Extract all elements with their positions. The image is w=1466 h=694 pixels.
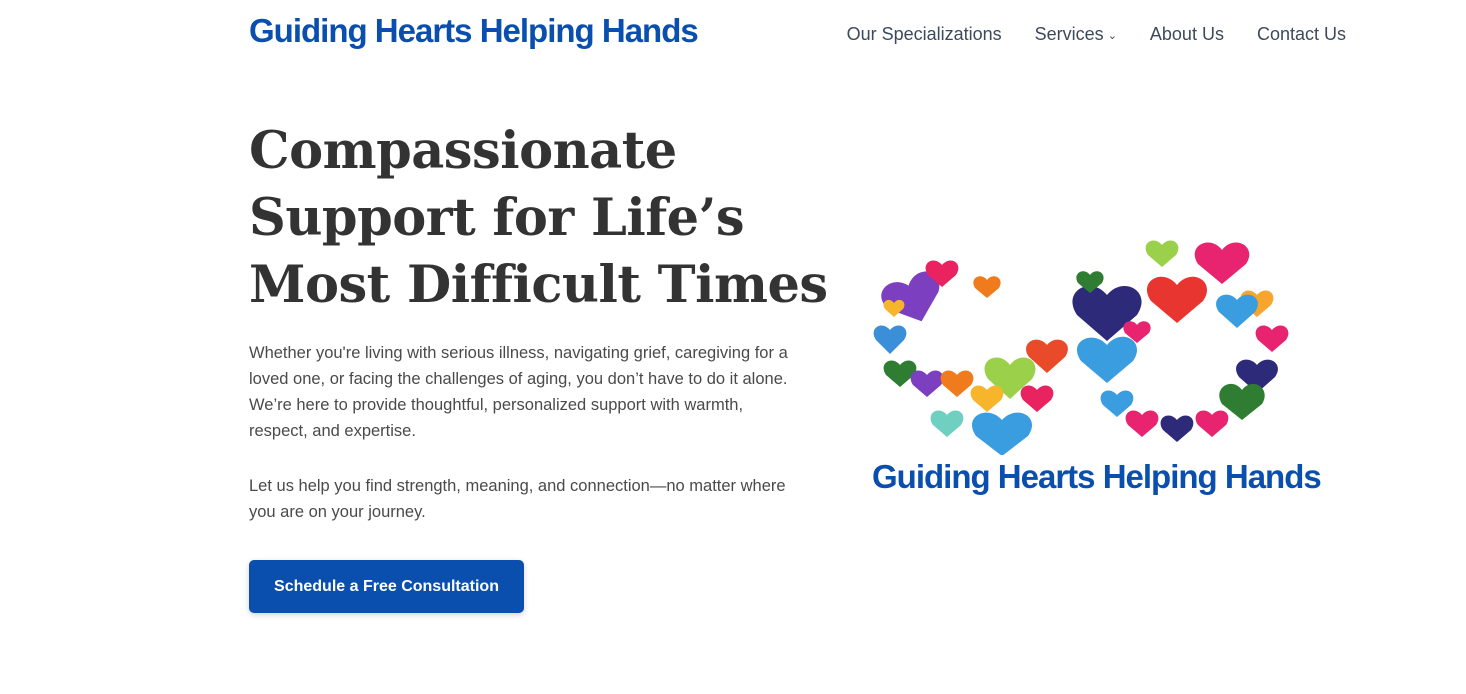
nav-contact-us[interactable]: Contact Us	[1257, 24, 1346, 45]
nav-about-us[interactable]: About Us	[1150, 24, 1224, 45]
nav-our-specializations[interactable]: Our Specializations	[847, 24, 1002, 45]
logo-wordmark: Guiding Hearts Helping Hands	[872, 458, 1322, 495]
site-header: Guiding Hearts Helping Hands Our Special…	[0, 0, 1466, 72]
infinity-hearts-hands-logo	[873, 240, 1289, 455]
nav-label: Our Specializations	[846, 24, 1002, 44]
nav-label: Services	[1034, 24, 1104, 44]
main-nav: Our Specializations Services ⌄ About Us …	[847, 24, 1346, 45]
logo-left-loop	[873, 260, 1068, 455]
schedule-consultation-button[interactable]: Schedule a Free Consultation	[249, 560, 524, 613]
hero-paragraph-2: Let us help you find strength, meaning, …	[249, 477, 786, 521]
hero-copy: Whether you're living with serious illne…	[249, 340, 794, 554]
nav-label: About Us	[1149, 24, 1224, 44]
brand-logo-link[interactable]: Guiding Hearts Helping Hands	[249, 12, 699, 50]
nav-services[interactable]: Services ⌄	[1035, 24, 1117, 45]
chevron-down-icon: ⌄	[1107, 30, 1117, 42]
hero-paragraph-1: Whether you're living with serious illne…	[249, 344, 788, 440]
nav-label: Contact Us	[1256, 24, 1346, 44]
logo-right-loop	[1072, 240, 1289, 442]
hero-title: Compassionate Support for Life’s Most Di…	[249, 121, 828, 315]
